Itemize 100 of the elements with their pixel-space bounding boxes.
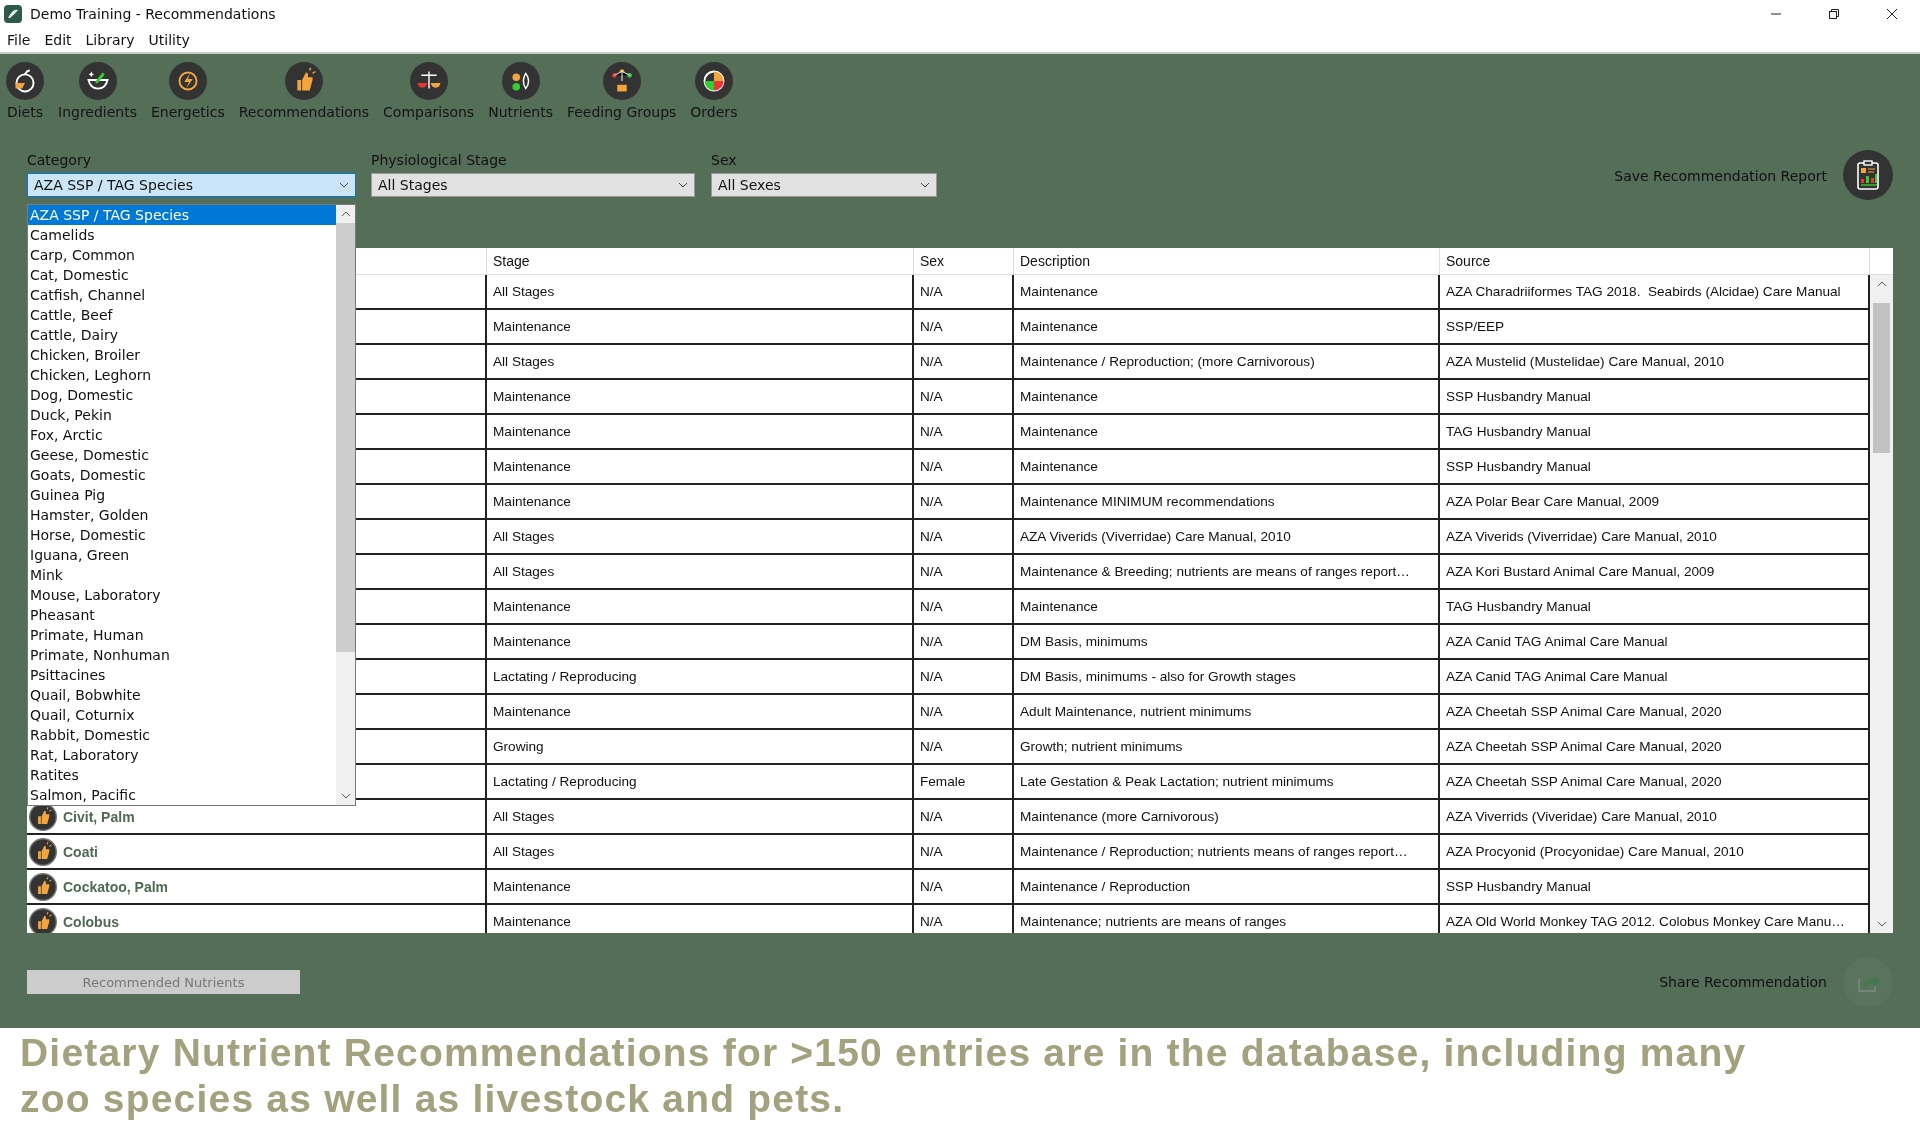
sex-dropdown[interactable]: All Sexes (711, 173, 937, 197)
table-cell: N/A (920, 529, 943, 544)
table-cell: Maintenance / Reproduction; nutrients means of ranges report… (1020, 844, 1408, 859)
table-cell: AZA Canid TAG Animal Care Manual (1446, 669, 1668, 684)
table-cell: AZA Old World Monkey TAG 2012. Colobus Monkey Care Manu… (1446, 914, 1845, 929)
category-option[interactable]: Chicken, Broiler (28, 345, 336, 365)
save-report-label: Save Recommendation Report (1614, 168, 1827, 184)
table-cell: Lactating / Reproducing (493, 774, 637, 789)
table-cell: Maintenance (1020, 389, 1098, 404)
category-option[interactable]: Dog, Domestic (28, 385, 336, 405)
table-cell: All Stages (493, 844, 555, 859)
app-logo-icon (4, 5, 22, 23)
category-option[interactable]: Carp, Common (28, 245, 336, 265)
category-option[interactable]: Guinea Pig (28, 485, 336, 505)
scrollbar[interactable] (336, 205, 355, 805)
category-option[interactable]: Rat, Laboratory (28, 745, 336, 765)
clipboard-chart-icon (1856, 160, 1880, 190)
table-cell: Lactating / Reproducing (493, 669, 637, 684)
table-cell: AZA Viverrids (Viveridae) Care Manual, 2010 (1446, 809, 1717, 824)
category-option[interactable]: Cattle, Beef (28, 305, 336, 325)
category-option[interactable]: Quail, Coturnix (28, 705, 336, 725)
species-name[interactable]: Civit, Palm (63, 808, 135, 825)
table-cell: Maintenance MINIMUM recommendations (1020, 494, 1275, 509)
category-option[interactable]: Goats, Domestic (28, 465, 336, 485)
table-cell: Maintenance (1020, 459, 1098, 474)
scroll-down-icon[interactable] (340, 793, 351, 799)
table-cell: Maintenance / Reproduction; (more Carnivorous) (1020, 354, 1315, 369)
table-cell: N/A (920, 844, 943, 859)
menu-item[interactable]: Edit (44, 32, 72, 48)
table-cell: DM Basis, minimums - also for Growth stages (1020, 669, 1296, 684)
caption-text: Dietary Nutrient Recommendations for >150 entries are in the database, including many zoo species as well as livestock and pets. (20, 1030, 1748, 1122)
save-report-button[interactable] (1843, 150, 1893, 200)
category-option[interactable]: Camelids (28, 225, 336, 245)
table-cell: AZA Polar Bear Care Manual, 2009 (1446, 494, 1660, 509)
table-cell: SSP/EEP (1446, 319, 1505, 334)
category-option[interactable]: Pheasant (28, 605, 336, 625)
category-option[interactable]: Quail, Bobwhite (28, 685, 336, 705)
table-cell: Female (920, 774, 966, 789)
table-cell: N/A (920, 284, 943, 299)
category-option[interactable]: Fox, Arctic (28, 425, 336, 445)
species-name[interactable]: Cockatoo, Palm (63, 878, 169, 895)
table-cell: N/A (920, 739, 943, 754)
table-cell: SSP Husbandry Manual (1446, 459, 1591, 474)
table-cell: N/A (920, 389, 943, 404)
category-option[interactable]: Salmon, Pacific (28, 785, 336, 805)
species-name[interactable]: Coati (63, 843, 98, 860)
table-cell: Maintenance (1020, 284, 1098, 299)
category-option[interactable]: Hamster, Golden (28, 505, 336, 525)
category-option[interactable]: Cattle, Dairy (28, 325, 336, 345)
table-cell: Adult Maintenance, nutrient minimums (1020, 704, 1252, 719)
category-option[interactable]: Primate, Nonhuman (28, 645, 336, 665)
category-option[interactable]: Iguana, Green (28, 545, 336, 565)
table-cell: TAG Husbandry Manual (1446, 424, 1591, 439)
bowl-icon (78, 62, 117, 100)
scroll-down-icon[interactable] (1876, 921, 1887, 927)
category-option[interactable]: Ratites (28, 765, 336, 785)
table-cell: SSP Husbandry Manual (1446, 879, 1591, 894)
column-header[interactable]: Source (1446, 253, 1491, 269)
category-option[interactable]: Cat, Domestic (28, 265, 336, 285)
category-option[interactable]: Mouse, Laboratory (28, 585, 336, 605)
table-cell: AZA Viverids (Viverridae) Care Manual, 2010 (1020, 529, 1291, 544)
column-header[interactable]: Description (1020, 253, 1091, 269)
close-icon[interactable] (1886, 8, 1898, 20)
category-option[interactable]: AZA SSP / TAG Species (28, 205, 336, 225)
table-cell: Maintenance (493, 424, 571, 439)
table-cell: N/A (920, 424, 943, 439)
column-header[interactable]: Stage (493, 253, 530, 269)
table-cell: AZA Cheetah SSP Animal Care Manual, 2020 (1446, 704, 1722, 719)
menu-item[interactable]: Library (85, 32, 135, 48)
scrollbar[interactable] (1870, 275, 1893, 933)
table-cell: N/A (920, 564, 943, 579)
table-cell: All Stages (493, 564, 555, 579)
table-cell: Maintenance (493, 459, 571, 474)
category-option[interactable]: Mink (28, 565, 336, 585)
table-cell: SSP Husbandry Manual (1446, 389, 1591, 404)
menu-item[interactable]: File (7, 32, 31, 48)
column-header[interactable]: Sex (920, 253, 945, 269)
menu-item[interactable]: Utility (148, 32, 190, 48)
category-option[interactable]: Psittacines (28, 665, 336, 685)
category-option[interactable]: Horse, Domestic (28, 525, 336, 545)
category-option[interactable]: Primate, Human (28, 625, 336, 645)
table-cell: Maintenance (1020, 319, 1098, 334)
table-cell: Maintenance (493, 914, 571, 929)
scroll-up-icon[interactable] (340, 211, 351, 217)
scrollbar-thumb[interactable] (1873, 303, 1890, 453)
category-option[interactable]: Duck, Pekin (28, 405, 336, 425)
category-option[interactable]: Catfish, Channel (28, 285, 336, 305)
category-option[interactable]: Rabbit, Domestic (28, 725, 336, 745)
stage-dropdown[interactable]: All Stages (371, 173, 695, 197)
category-dropdown[interactable]: AZA SSP / TAG Species (27, 173, 356, 197)
table-cell: AZA Canid TAG Animal Care Manual (1446, 634, 1668, 649)
table-cell: TAG Husbandry Manual (1446, 599, 1591, 614)
category-option[interactable]: Geese, Domestic (28, 445, 336, 465)
species-name[interactable]: Colobus (63, 913, 119, 930)
scrollbar-thumb[interactable] (336, 223, 355, 652)
category-option[interactable]: Chicken, Leghorn (28, 365, 336, 385)
table-cell: All Stages (493, 354, 555, 369)
scroll-up-icon[interactable] (1876, 281, 1887, 287)
maximize-icon[interactable] (1828, 8, 1840, 20)
table-cell: Maintenance (493, 599, 571, 614)
